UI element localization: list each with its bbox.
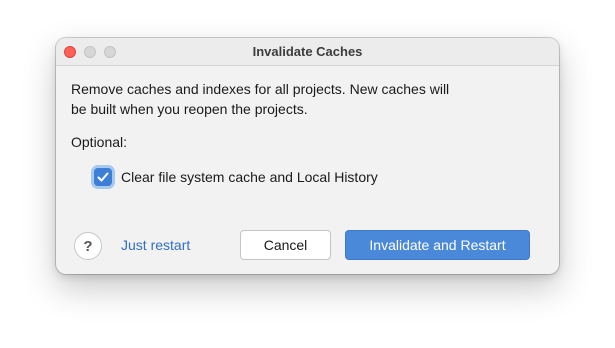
clear-cache-checkbox-label[interactable]: Clear file system cache and Local Histor… [121, 169, 378, 185]
window-title: Invalidate Caches [252, 44, 363, 59]
checkmark-icon [97, 172, 109, 182]
dialog-message: Remove caches and indexes for all projec… [71, 79, 511, 119]
clear-cache-option[interactable]: Clear file system cache and Local Histor… [94, 166, 378, 188]
question-mark-icon: ? [83, 237, 93, 255]
title-bar: Invalidate Caches [56, 38, 559, 66]
help-button[interactable]: ? [74, 232, 102, 260]
message-line-1: Remove caches and indexes for all projec… [71, 81, 450, 97]
invalidate-caches-dialog: Invalidate Caches Remove caches and inde… [56, 38, 559, 274]
clear-cache-checkbox[interactable] [94, 168, 112, 186]
invalidate-and-restart-button[interactable]: Invalidate and Restart [345, 230, 530, 260]
optional-label: Optional: [71, 134, 128, 150]
cancel-button[interactable]: Cancel [240, 230, 331, 260]
just-restart-link[interactable]: Just restart [121, 237, 190, 253]
message-line-2: be built when you reopen the projects. [71, 101, 308, 117]
